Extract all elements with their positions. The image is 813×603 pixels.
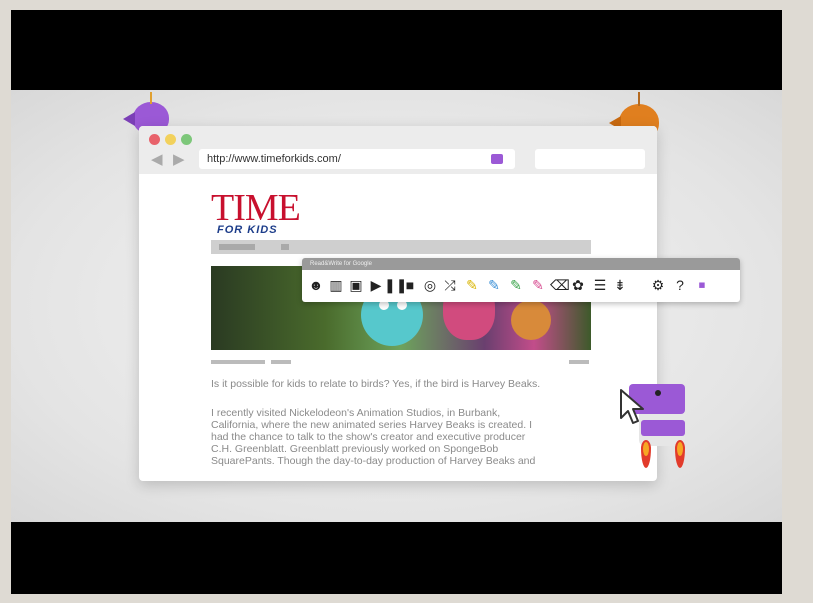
dictionary-icon[interactable]: ▥ (328, 275, 344, 295)
rocket-bird-mascot (611, 370, 701, 480)
toolbar-title: Read&Write for Google (302, 258, 740, 270)
article-line: had the chance to talk to the show's cre… (211, 431, 526, 443)
caption-line (271, 360, 291, 364)
url-text: http://www.timeforkids.com/ (207, 153, 341, 165)
animation-scene: ◀ ▶ http://www.timeforkids.com/ TIME FOR… (11, 90, 782, 522)
address-bar[interactable]: http://www.timeforkids.com/ (199, 149, 515, 169)
article-line: I recently visited Nickelodeon's Animati… (211, 407, 501, 419)
translator-icon[interactable]: ⤮ (442, 275, 458, 295)
video-frame: ◀ ▶ http://www.timeforkids.com/ TIME FOR… (11, 10, 782, 594)
picture-dictionary-icon[interactable]: ▣ (348, 275, 364, 295)
settings-icon[interactable]: ⚙ (650, 275, 666, 295)
caption-line (569, 360, 589, 364)
mouse-cursor-icon (620, 389, 644, 424)
browser-chrome: ◀ ▶ http://www.timeforkids.com/ (139, 126, 657, 174)
talking-head-icon[interactable]: ☻ (308, 275, 324, 295)
browser-window: ◀ ▶ http://www.timeforkids.com/ TIME FOR… (139, 126, 657, 481)
highlight-blue-icon[interactable]: ✎ (486, 275, 502, 295)
nav-item[interactable] (281, 244, 289, 250)
site-nav-bar[interactable] (211, 240, 591, 254)
stop-icon[interactable]: ■ (402, 275, 418, 295)
highlight-yellow-icon[interactable]: ✎ (464, 275, 480, 295)
screenshot-reader-icon[interactable]: ◎ (422, 275, 438, 295)
maximize-dot[interactable] (181, 134, 192, 145)
extension-icon[interactable] (491, 154, 503, 164)
vocabulary-list-icon[interactable]: ☰ (592, 275, 608, 295)
help-icon[interactable]: ? (672, 275, 688, 295)
simplify-page-icon[interactable]: ⇟ (612, 275, 628, 295)
collect-highlights-icon[interactable]: ✿ (570, 275, 586, 295)
highlight-pink-icon[interactable]: ✎ (530, 275, 546, 295)
article-line: SquarePants. Though the day-to-day produ… (211, 455, 536, 467)
for-kids-logo: FOR KIDS (217, 224, 278, 236)
highlight-green-icon[interactable]: ✎ (508, 275, 524, 295)
close-dot[interactable] (149, 134, 160, 145)
clear-highlights-icon[interactable]: ⌫ (550, 275, 570, 295)
article-line: California, where the new animated serie… (211, 419, 532, 431)
minimize-dot[interactable] (165, 134, 176, 145)
article-lead: Is it possible for kids to relate to bir… (211, 378, 541, 390)
play-icon[interactable]: ▶ (368, 275, 384, 295)
caption-line (211, 360, 265, 364)
forward-arrow-icon[interactable]: ▶ (173, 150, 185, 170)
back-arrow-icon[interactable]: ◀ (151, 150, 163, 170)
read-write-toolbar: Read&Write for Google ☻ ▥ ▣ ▶ ❚❚ ■ ◎ ⤮ ✎ ✎ ✎ ✎ ⌫ ✿ ☰ ⇟ ⚙… (302, 258, 740, 302)
texthelp-logo-icon[interactable]: ▪ (694, 274, 710, 296)
time-logo[interactable]: TIME (211, 188, 301, 228)
search-field[interactable] (535, 149, 645, 169)
article-line: C.H. Greenblatt. Greenblatt previously w… (211, 443, 499, 455)
nav-item[interactable] (219, 244, 255, 250)
pause-icon[interactable]: ❚❚ (384, 275, 407, 295)
